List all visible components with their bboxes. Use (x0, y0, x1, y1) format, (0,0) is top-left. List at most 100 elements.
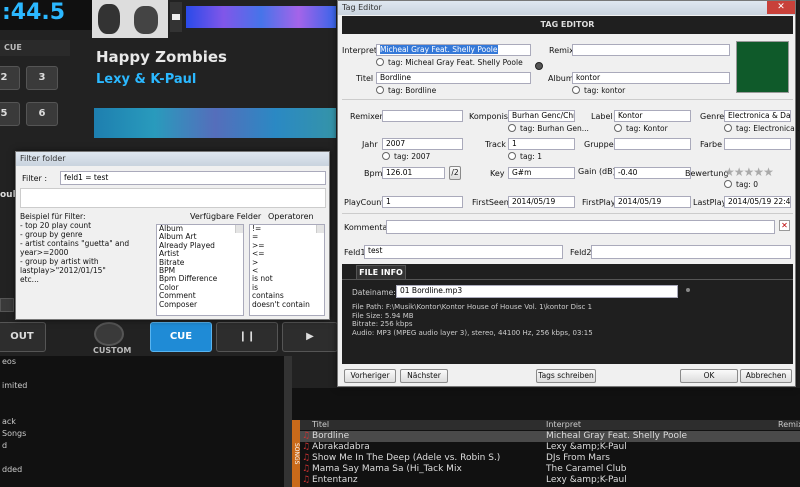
clear-comment-icon[interactable]: ✕ (779, 220, 790, 231)
firstseen-input[interactable]: 2014/05/19 (508, 196, 575, 208)
folder-list[interactable]: eos imited ack Songs d dded (0, 356, 292, 487)
list-item[interactable]: is not (250, 274, 324, 283)
bpm-half-button[interactable]: /2 (449, 166, 461, 180)
star-icon[interactable]: ★ (724, 165, 735, 179)
bpm-input[interactable]: 126.01 (382, 167, 445, 179)
remix-input[interactable] (572, 44, 730, 56)
pitch-slider[interactable] (170, 2, 182, 32)
fields-scrollbar[interactable] (235, 225, 243, 234)
list-item[interactable]: eos (0, 356, 292, 368)
hotcue-pad-2[interactable]: 2 (0, 66, 20, 90)
hotcue-pad-6[interactable]: 6 (26, 102, 58, 126)
fields-list[interactable]: Album Album Art Already Played Artist Bi… (156, 224, 244, 316)
label-input[interactable]: Kontor (614, 110, 691, 122)
kommentar-input[interactable] (386, 220, 775, 234)
ops-scrollbar[interactable] (316, 225, 324, 234)
next-button[interactable]: Nächster (400, 369, 448, 383)
album-tag-radio[interactable]: tag: kontor (572, 86, 625, 95)
list-item[interactable]: Composer (157, 300, 243, 309)
pause-button[interactable]: ❙❙ (216, 322, 278, 352)
genre-tag-radio[interactable]: tag: Electronica ... (724, 124, 800, 133)
list-item[interactable] (0, 392, 292, 404)
filter-input[interactable]: feld1 = test (60, 171, 326, 185)
genre-input[interactable]: Electronica & Dance (724, 110, 791, 122)
gruppe-input[interactable] (614, 138, 691, 150)
lastplay-input[interactable]: 2014/05/19 22:43 (724, 196, 791, 208)
label-tag-radio[interactable]: tag: Kontor (614, 124, 668, 133)
track-input[interactable]: 1 (508, 138, 575, 150)
interpret-input[interactable]: Micheal Gray Feat. Shelly Poole (376, 44, 531, 56)
feld2-label: Feld2 (570, 248, 592, 257)
cover-color-swatch[interactable] (736, 41, 789, 93)
gain-input[interactable]: -0.40 (614, 167, 691, 179)
list-item[interactable]: d (0, 440, 292, 452)
out-button[interactable]: OUT (0, 322, 46, 352)
filter-area[interactable] (20, 188, 326, 208)
col-titel[interactable]: Titel (312, 420, 329, 429)
tab-file-info[interactable]: FILE INFO (356, 265, 406, 279)
col-remix[interactable]: Remix (778, 420, 800, 429)
list-scrollbar[interactable] (284, 356, 292, 487)
album-input[interactable]: kontor (572, 72, 730, 84)
track-tag-radio[interactable]: tag: 1 (508, 152, 542, 161)
remixer-input[interactable] (382, 110, 463, 122)
playcount-input[interactable]: 1 (382, 196, 463, 208)
write-tags-button[interactable]: Tags schreiben (536, 369, 596, 383)
prev-button[interactable]: Vorheriger (344, 369, 396, 383)
songs-side-tab[interactable]: SONGS (292, 420, 300, 487)
interpret-tag-radio[interactable]: tag: Micheal Gray Feat. Shelly Poole (376, 58, 523, 67)
rating-stars[interactable]: ★★★★★ (724, 165, 774, 179)
hotcue-pad-5[interactable]: 5 (0, 102, 20, 126)
titel-input[interactable]: Bordline (376, 72, 531, 84)
table-row[interactable]: ♫ Bordline Micheal Gray Feat. Shelly Poole (300, 431, 800, 442)
jahr-tag-radio[interactable]: tag: 2007 (382, 152, 430, 161)
list-item[interactable]: Songs (0, 428, 292, 440)
cue-button[interactable]: CUE (150, 322, 212, 352)
custom-knob[interactable] (94, 322, 124, 346)
waveform-zoom[interactable] (94, 108, 336, 138)
cancel-button[interactable]: Abbrechen (740, 369, 792, 383)
dateiname-input[interactable]: 01 Bordline.mp3 (396, 285, 678, 298)
ok-button[interactable]: OK (680, 369, 738, 383)
rename-dot-icon[interactable] (686, 288, 690, 292)
farbe-input[interactable] (724, 138, 791, 150)
jahr-input[interactable]: 2007 (382, 138, 463, 150)
list-item[interactable] (0, 404, 292, 416)
list-item[interactable] (0, 452, 292, 464)
star-icon[interactable]: ★ (744, 165, 755, 179)
list-item[interactable]: <= (250, 249, 324, 258)
row-title: Show Me In The Deep (Adele vs. Robin S.) (312, 453, 501, 463)
star-icon[interactable]: ★ (763, 165, 774, 179)
list-item[interactable]: > (250, 258, 324, 267)
list-item[interactable]: doesn't contain (250, 300, 324, 309)
small-button[interactable] (0, 298, 14, 312)
feld1-input[interactable]: test (364, 245, 563, 259)
jahr-label: Jahr (362, 140, 378, 149)
star-icon[interactable]: ★ (753, 165, 764, 179)
operators-list[interactable]: != = >= <= > < is not is contains doesn'… (249, 224, 325, 316)
table-row[interactable]: ♫ Ententanz Lexy &amp;K-Paul (300, 475, 800, 486)
list-item[interactable]: != (250, 225, 324, 233)
row-artist: Lexy &amp;K-Paul (546, 442, 627, 452)
star-icon[interactable]: ★ (734, 165, 745, 179)
komponist-input[interactable]: Burhan Genc/Christ (508, 110, 575, 122)
list-item[interactable]: ack (0, 416, 292, 428)
list-item[interactable]: dded (0, 464, 292, 476)
play-button[interactable]: ▶ (282, 322, 338, 352)
komponist-tag-radio[interactable]: tag: Burhan Gen... (508, 124, 589, 133)
copy-dot-icon[interactable] (535, 62, 543, 70)
feld2-input[interactable] (591, 245, 791, 259)
table-row[interactable]: ♫ Abrakadabra Lexy &amp;K-Paul (300, 442, 800, 453)
key-input[interactable]: G#m (508, 167, 575, 179)
titel-tag-radio[interactable]: tag: Bordline (376, 86, 436, 95)
hotcue-pad-3[interactable]: 3 (26, 66, 58, 90)
list-item[interactable]: imited (0, 380, 292, 392)
close-icon[interactable]: ✕ (767, 1, 795, 14)
table-row[interactable]: ♫ Show Me In The Deep (Adele vs. Robin S.… (300, 453, 800, 464)
list-item[interactable] (0, 368, 292, 380)
table-row[interactable]: ♫ Mama Say Mama Sa (Hi_Tack Mix The Carame… (300, 464, 800, 475)
col-interpret[interactable]: Interpret (546, 420, 581, 429)
firstplay-input[interactable]: 2014/05/19 (614, 196, 691, 208)
bewertung-tag-radio[interactable]: tag: 0 (724, 180, 758, 189)
waveform-overview[interactable] (186, 6, 336, 28)
